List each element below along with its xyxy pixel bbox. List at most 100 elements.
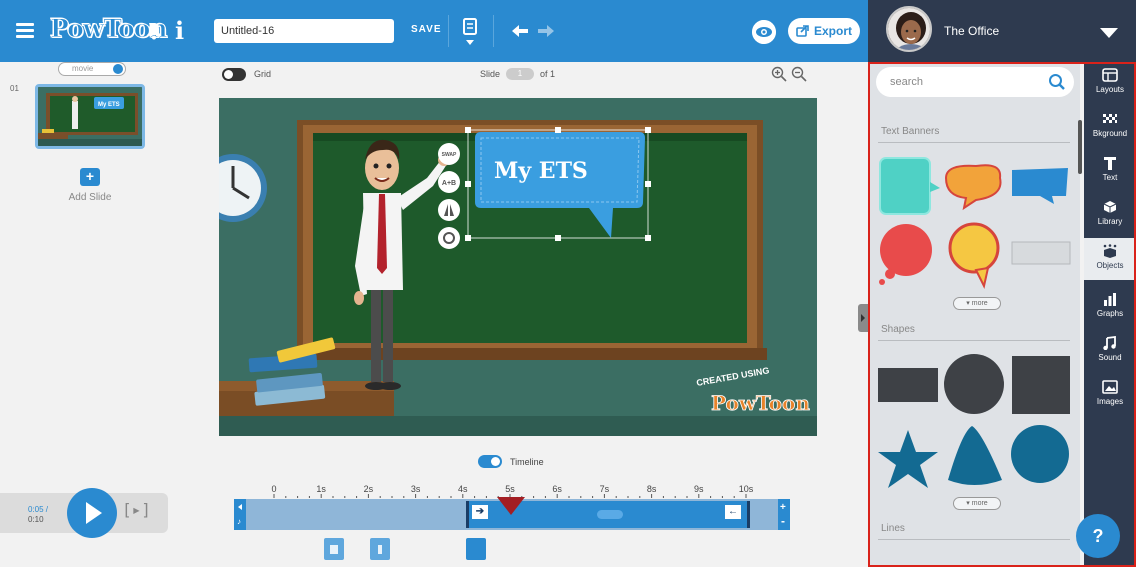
library-icon — [1103, 201, 1117, 213]
timeline-label: Timeline — [510, 457, 544, 467]
slide-number: 01 — [10, 84, 19, 93]
tool-label: Images — [1096, 397, 1124, 406]
yellow-speech-banner[interactable] — [948, 222, 1000, 289]
menu-icon[interactable] — [16, 23, 34, 38]
export-button[interactable]: Export — [788, 18, 860, 44]
track-start-handle[interactable]: ♪ — [234, 499, 246, 530]
speech-object-tag-icon[interactable] — [466, 538, 486, 560]
user-menu[interactable]: The Office — [868, 0, 1136, 62]
blue-ribbon-banner[interactable] — [1012, 168, 1068, 204]
help-button[interactable]: ? — [1076, 514, 1120, 558]
project-title-input[interactable] — [214, 19, 394, 43]
avatar[interactable] — [886, 6, 932, 52]
play-button[interactable] — [67, 488, 117, 538]
red-thought-banner[interactable] — [879, 224, 932, 285]
svg-text:-: - — [781, 514, 785, 528]
speech-bubble-text[interactable]: My ETS — [494, 158, 588, 184]
bell-icon[interactable] — [146, 22, 162, 40]
timeline-ruler: 0 1s 2s 3s 4s 5s 6s 7s 8s 9s 10s — [234, 484, 790, 498]
export-icon — [796, 25, 809, 37]
timeline-toggle[interactable] — [478, 455, 502, 468]
time-readout: 0:05 / 0:10 — [28, 505, 48, 525]
timeline-tick-label: 9s — [694, 484, 704, 494]
toggle-knob — [491, 457, 500, 466]
text-icon — [1104, 157, 1116, 170]
square-shape[interactable] — [1012, 356, 1070, 414]
image-icon — [1102, 380, 1118, 394]
movie-mode-toggle[interactable]: movie — [58, 62, 126, 76]
step-forward-icon[interactable]: [▸] — [122, 500, 151, 519]
more-label: more — [971, 300, 988, 307]
playhead[interactable] — [497, 497, 525, 515]
tool-label: Sound — [1098, 353, 1122, 362]
tool-background[interactable]: Bkground — [1084, 110, 1136, 144]
section-divider — [878, 539, 1070, 540]
export-label: Export — [813, 24, 852, 38]
tool-graphs[interactable]: Graphs — [1084, 290, 1136, 324]
more-text-banners-button[interactable]: ▾ more — [953, 297, 1001, 310]
text-object-tag-icon[interactable] — [324, 538, 344, 560]
svg-text:♪: ♪ — [237, 517, 241, 526]
panel-scrollbar[interactable] — [1078, 120, 1082, 174]
circle-shape[interactable] — [944, 354, 1004, 414]
section-title-text-banners: Text Banners — [881, 126, 940, 137]
teal-circle-shape[interactable] — [1011, 425, 1069, 483]
text-banner-gallery — [879, 157, 1071, 289]
zoom-in-icon[interactable] — [771, 66, 787, 82]
info-icon[interactable]: i — [175, 16, 184, 45]
preview-eye-icon[interactable] — [752, 20, 776, 44]
watermark-logo: PowToon — [711, 391, 810, 415]
slide-selector: Slide 1 of 1 — [480, 68, 555, 80]
grid-toggle[interactable] — [222, 68, 246, 81]
svg-text:+: + — [780, 502, 786, 513]
chevron-down-icon[interactable] — [1100, 28, 1118, 38]
document-menu-icon[interactable] — [462, 18, 478, 46]
gray-box-banner[interactable] — [1011, 241, 1071, 265]
animation-button[interactable]: A+B — [442, 180, 456, 187]
timeline-tick-label: 8s — [646, 484, 657, 494]
tool-label: Bkground — [1092, 129, 1128, 138]
tool-library[interactable]: Library — [1084, 198, 1136, 232]
character-object-tag-icon[interactable] — [370, 538, 390, 560]
timeline-tick-label: 5s — [505, 484, 515, 494]
slide-current-input[interactable]: 1 — [506, 68, 535, 80]
search-icon[interactable] — [1048, 73, 1066, 91]
tool-layouts[interactable]: Layouts — [1084, 66, 1136, 100]
orange-cloud-banner[interactable] — [944, 164, 1002, 211]
slide-thumbnail[interactable]: My ETS — [35, 84, 145, 149]
timeline-tick-label: 6s — [552, 484, 562, 494]
shape-gallery — [878, 354, 1070, 488]
triangle-shape[interactable] — [948, 426, 1002, 485]
tool-images[interactable]: Images — [1084, 378, 1136, 412]
tool-label: Graphs — [1096, 309, 1124, 318]
zoom-out-icon[interactable] — [791, 66, 807, 82]
track-zoom-control[interactable]: + - — [778, 499, 790, 530]
more-shapes-button[interactable]: ▾ more — [953, 497, 1001, 510]
rectangle-shape[interactable] — [878, 368, 938, 402]
tool-objects[interactable]: Objects — [1084, 238, 1136, 280]
redo-icon[interactable] — [537, 23, 555, 39]
object-action-buttons[interactable]: SWAP A+B — [437, 142, 461, 252]
enter-arrow-icon[interactable]: ➔ — [472, 505, 488, 519]
tool-text[interactable]: Text — [1084, 154, 1136, 188]
search-input[interactable]: search — [876, 67, 1074, 97]
teal-square-banner[interactable] — [879, 157, 940, 215]
layout-icon — [1102, 68, 1118, 82]
swap-button[interactable]: SWAP — [442, 152, 457, 158]
objects-icon — [1103, 244, 1117, 258]
tool-sound[interactable]: Sound — [1084, 334, 1136, 368]
add-slide-label[interactable]: Add Slide — [55, 192, 125, 203]
exit-arrow-icon[interactable]: ← — [725, 505, 741, 519]
add-slide-button[interactable]: + — [80, 168, 100, 186]
undo-icon[interactable] — [511, 23, 529, 39]
slide-total: of 1 — [540, 69, 556, 79]
timeline-tick-label: 10s — [738, 484, 754, 494]
range-drag-handle[interactable] — [597, 510, 623, 519]
save-button[interactable]: SAVE — [411, 24, 442, 35]
stage-canvas[interactable]: My ETS CREATED USING PowToon SWAP A+B — [219, 98, 817, 436]
star-shape[interactable] — [878, 430, 938, 488]
collapse-panel-handle[interactable] — [858, 304, 868, 332]
background-icon — [1103, 114, 1117, 123]
top-bar: PowToon i SAVE Export — [0, 0, 1136, 62]
thumb-speech-text: My ETS — [98, 102, 120, 108]
